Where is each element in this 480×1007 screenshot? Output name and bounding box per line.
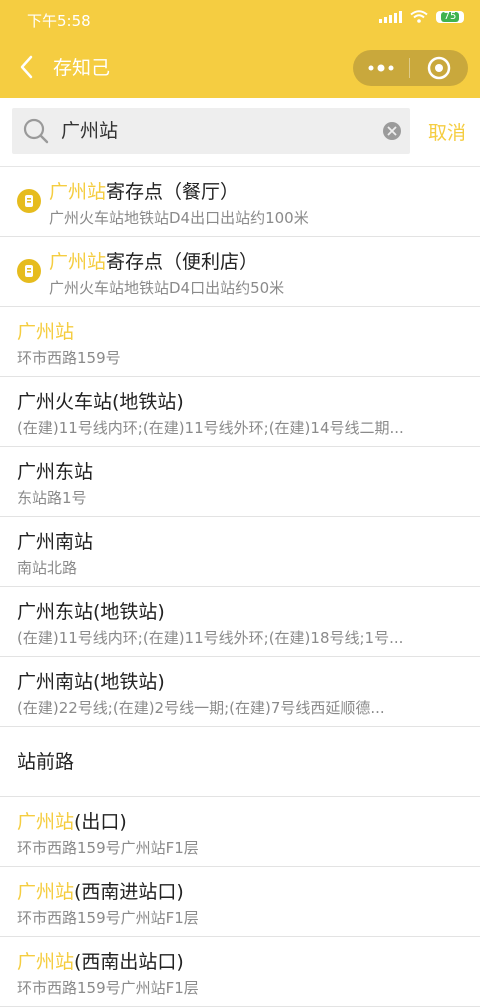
list-item-address: 环市西路159号广州站F1层 (17, 839, 199, 857)
list-item-title: 广州东站 (17, 459, 464, 485)
close-circle-icon (427, 56, 451, 80)
list-item-title-rest: 广州东站(地铁站) (17, 601, 165, 623)
list-item-address: 环市西路159号广州站F1层 (17, 979, 199, 997)
close-button[interactable] (410, 50, 468, 86)
list-item-title-rest: 寄存点（便利店） (106, 251, 259, 273)
list-item-address: 广州火车站地铁站D4出口出站约100米 (49, 209, 309, 227)
list-item-title: 广州站(西南出站口) (17, 949, 464, 975)
search-icon (23, 118, 49, 144)
list-item-title: 广州站寄存点（便利店） (49, 249, 464, 275)
list-item-address: 环市西路159号 (17, 349, 121, 367)
list-item-title-rest: 寄存点（餐厅） (106, 181, 240, 203)
list-item[interactable]: 广州站环市西路159号 (0, 307, 480, 377)
list-item-title-highlight: 广州站 (17, 811, 75, 833)
battery-level: 75 (440, 11, 460, 22)
list-item-text: 广州东站东站路1号 (17, 459, 464, 509)
locker-pin-icon (17, 259, 41, 283)
list-item-title-rest: (西南出站口) (74, 951, 184, 973)
list-item-title-rest: 广州南站(地铁站) (17, 671, 165, 693)
list-item-text: 广州站(西南出站口) 环市西路159号广州站F1层 (17, 949, 464, 999)
list-item-title-rest: 广州南站 (17, 531, 94, 553)
list-item[interactable]: 广州站(西南出站口) 环市西路159号广州站F1层 (0, 937, 480, 1007)
list-item-title-highlight: 广州站 (17, 951, 75, 973)
list-item-title: 广州站寄存点（餐厅） (49, 179, 464, 205)
list-item-address: (在建)11号线内环;(在建)11号线外环;(在建)14号线二期... (17, 419, 404, 437)
back-arrow-icon[interactable] (14, 52, 44, 82)
wifi-icon (410, 10, 428, 23)
search-box[interactable] (12, 108, 410, 154)
list-item[interactable]: 广州南站(地铁站) (在建)22号线;(在建)2号线一期;(在建)7号线西延顺德.… (0, 657, 480, 727)
list-item[interactable]: 广州站(西南进站口) 环市西路159号广州站F1层 (0, 867, 480, 937)
cancel-button[interactable]: 取消 (428, 118, 466, 145)
list-item-title-rest: (西南进站口) (74, 881, 184, 903)
list-item-title-rest: (出口) (74, 811, 127, 833)
list-item-text: 广州站寄存点（便利店） 广州火车站地铁站D4口出站约50米 (49, 249, 464, 299)
list-item[interactable]: 广州站寄存点（餐厅） 广州火车站地铁站D4出口出站约100米 (0, 167, 480, 237)
list-item-address: 环市西路159号广州站F1层 (17, 909, 199, 927)
list-item-title: 站前路 (17, 727, 74, 797)
list-item-title-highlight: 广州站 (49, 181, 107, 203)
list-item[interactable]: 广州东站东站路1号 (0, 447, 480, 517)
status-bar: 下午5:58 75 (0, 0, 480, 38)
list-item-text: 广州站寄存点（餐厅） 广州火车站地铁站D4出口出站约100米 (49, 179, 464, 229)
list-item-address: 广州火车站地铁站D4口出站约50米 (49, 279, 285, 297)
list-item[interactable]: 站前路 (0, 727, 480, 797)
list-item-title: 广州南站 (17, 529, 464, 555)
page-title: 存知己 (53, 57, 111, 79)
list-item[interactable]: 广州火车站(地铁站) (在建)11号线内环;(在建)11号线外环;(在建)14号线… (0, 377, 480, 447)
locker-pin-icon (17, 189, 41, 213)
list-item-title: 广州东站(地铁站) (17, 599, 464, 625)
search-results-list: 广州站寄存点（餐厅） 广州火车站地铁站D4出口出站约100米 广州站寄存点（便利店）… (0, 167, 480, 1007)
list-item-text: 广州站(西南进站口) 环市西路159号广州站F1层 (17, 879, 464, 929)
list-item[interactable]: 广州站(出口) 环市西路159号广州站F1层 (0, 797, 480, 867)
clear-icon[interactable] (383, 122, 401, 140)
status-icons: 75 (379, 10, 464, 23)
search-bar: 取消 (0, 98, 480, 167)
search-input[interactable] (61, 108, 381, 154)
list-item-title-highlight: 广州站 (17, 881, 75, 903)
list-item-text: 广州东站(地铁站) (在建)11号线内环;(在建)11号线外环;(在建)18号线;… (17, 599, 464, 649)
more-dots-icon (368, 64, 394, 72)
list-item-text: 广州火车站(地铁站) (在建)11号线内环;(在建)11号线外环;(在建)14号线… (17, 389, 464, 439)
list-item-text: 广州南站(地铁站) (在建)22号线;(在建)2号线一期;(在建)7号线西延顺德.… (17, 669, 464, 719)
list-item-title: 广州站 (17, 319, 464, 345)
list-item-title: 广州火车站(地铁站) (17, 389, 464, 415)
nav-bar: 存知己 (0, 38, 480, 98)
list-item-text: 广州站(出口) 环市西路159号广州站F1层 (17, 809, 464, 859)
list-item-address: (在建)22号线;(在建)2号线一期;(在建)7号线西延顺德... (17, 699, 385, 717)
list-item-address: (在建)11号线内环;(在建)11号线外环;(在建)18号线;1号... (17, 629, 404, 647)
list-item-text: 广州站环市西路159号 (17, 319, 464, 369)
mini-program-capsule (353, 50, 468, 86)
signal-icon (379, 10, 402, 23)
list-item[interactable]: 广州站寄存点（便利店） 广州火车站地铁站D4口出站约50米 (0, 237, 480, 307)
status-time: 下午5:58 (27, 12, 91, 30)
list-item-title-rest: 广州火车站(地铁站) (17, 391, 184, 413)
list-item-address: 东站路1号 (17, 489, 87, 507)
list-item[interactable]: 广州南站 南站北路 (0, 517, 480, 587)
list-item-text: 广州南站 南站北路 (17, 529, 464, 579)
list-item-title-rest: 广州东站 (17, 461, 94, 483)
list-item-title-rest: 站前路 (17, 751, 75, 773)
list-item[interactable]: 广州东站(地铁站) (在建)11号线内环;(在建)11号线外环;(在建)18号线;… (0, 587, 480, 657)
more-button[interactable] (353, 50, 409, 86)
list-item-title-highlight: 广州站 (49, 251, 107, 273)
battery-icon: 75 (436, 10, 464, 23)
list-item-title: 广州南站(地铁站) (17, 669, 464, 695)
list-item-title-highlight: 广州站 (17, 321, 75, 343)
list-item-title: 广州站(西南进站口) (17, 879, 464, 905)
list-item-address: 南站北路 (17, 559, 78, 577)
list-item-title: 广州站(出口) (17, 809, 464, 835)
